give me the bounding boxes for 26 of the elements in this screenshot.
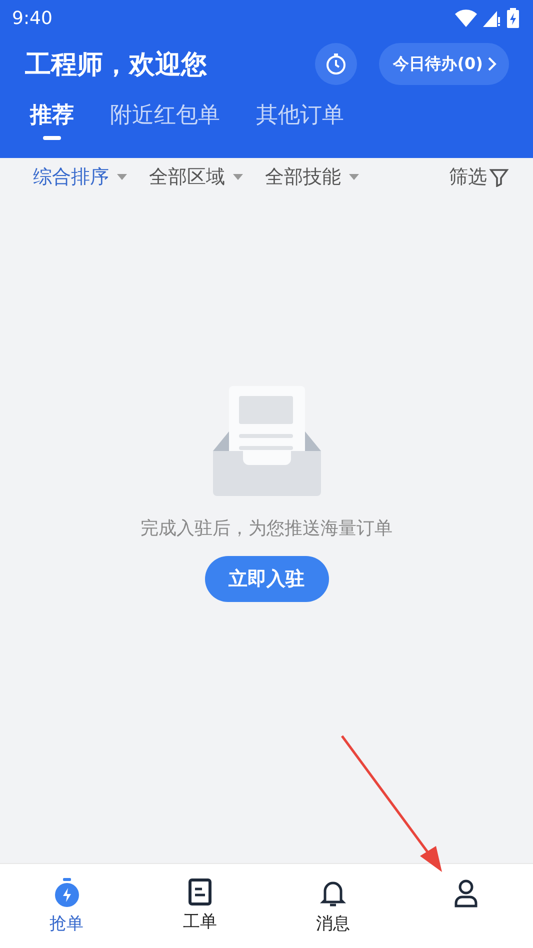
todo-button[interactable]: 今日待办(0)	[379, 43, 509, 85]
filter-dropdown[interactable]: 综合排序	[33, 164, 127, 190]
nav-tab[interactable]: 消息	[266, 864, 400, 948]
tab[interactable]: 附近红包单	[110, 100, 220, 140]
filter-dropdown[interactable]: 全部区域	[149, 164, 243, 190]
document-icon	[188, 878, 212, 906]
empty-message: 完成入驻后，为您推送海量订单	[140, 517, 392, 540]
empty-inbox-icon	[212, 386, 320, 496]
wifi-icon	[455, 9, 477, 27]
signal-icon	[483, 9, 501, 27]
chevron-right-icon	[487, 56, 497, 72]
join-button[interactable]: 立即入驻	[204, 556, 328, 602]
nav-tab[interactable]: 抢单	[0, 864, 134, 948]
status-time: 9:40	[12, 8, 52, 28]
tab[interactable]: 其他订单	[256, 100, 344, 140]
stopwatch-icon	[52, 878, 81, 908]
history-button[interactable]	[315, 43, 358, 85]
filter-dropdown[interactable]: 全部技能	[265, 164, 359, 190]
welcome-title: 工程师，欢迎您	[25, 48, 208, 82]
user-icon	[453, 878, 480, 908]
tab[interactable]: 推荐	[30, 100, 74, 140]
funnel-icon	[489, 167, 509, 187]
nav-tab[interactable]: 工单	[133, 864, 266, 948]
filter-button[interactable]: 筛选	[449, 164, 509, 190]
clock-icon	[325, 53, 348, 75]
battery-charging-icon	[507, 8, 519, 28]
